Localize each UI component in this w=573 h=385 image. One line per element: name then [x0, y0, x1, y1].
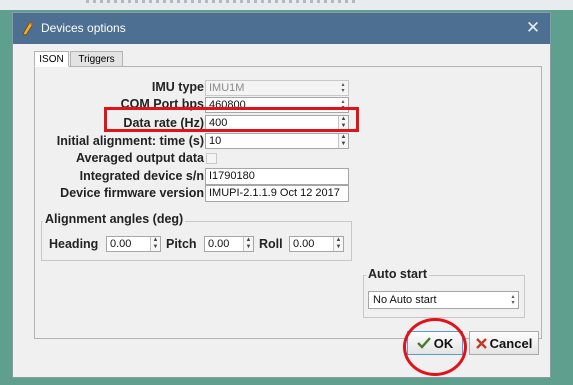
imu-type-select: IMU1M ▴ ▾	[205, 80, 349, 96]
serial-label: Integrated device s/n	[79, 169, 204, 183]
firmware-field[interactable]: IMUPI-2.1.1.9 Oct 12 2017	[205, 185, 349, 202]
heading-value: 0.00	[110, 238, 132, 250]
initial-alignment-value: 10	[209, 135, 222, 147]
roll-spinbox[interactable]: 0.00 ▲ ▼	[289, 236, 344, 252]
heading-label: Heading	[49, 237, 99, 251]
imu-type-label: IMU type	[151, 80, 204, 94]
spin-arrows-icon[interactable]: ▲ ▼	[338, 134, 348, 148]
top-strip-dots	[86, 0, 356, 3]
pitch-label: Pitch	[166, 237, 197, 251]
averaged-output-label: Averaged output data	[75, 151, 204, 165]
auto-start-select[interactable]: No Auto start ▴ ▾	[368, 291, 519, 309]
imu-type-value: IMU1M	[209, 82, 245, 94]
updown-arrows-icon: ▴ ▾	[341, 82, 345, 94]
roll-label: Roll	[259, 237, 283, 251]
auto-start-value: No Auto start	[373, 294, 437, 306]
pencil-icon	[22, 21, 34, 36]
firmware-label: Device firmware version	[60, 186, 204, 200]
pitch-spinbox[interactable]: 0.00 ▲ ▼	[204, 236, 254, 252]
annotation-highlight-circle	[403, 318, 467, 376]
annotation-highlight-box	[104, 107, 359, 132]
spin-arrows-icon[interactable]: ▲ ▼	[243, 237, 253, 251]
averaged-output-checkbox[interactable]	[206, 153, 217, 164]
title-bar[interactable]: Devices options ✕	[13, 13, 550, 44]
roll-value: 0.00	[293, 238, 315, 250]
close-icon[interactable]: ✕	[522, 17, 544, 39]
cancel-button[interactable]: Cancel	[469, 331, 539, 355]
serial-field[interactable]: I1790180	[205, 168, 349, 185]
alignment-angles-title: Alignment angles (deg)	[43, 212, 186, 226]
spin-arrows-icon[interactable]: ▲ ▼	[150, 237, 160, 251]
tab-ison[interactable]: ISON	[34, 51, 69, 67]
heading-spinbox[interactable]: 0.00 ▲ ▼	[106, 236, 161, 252]
serial-value: I1790180	[209, 170, 255, 182]
window-title: Devices options	[41, 21, 126, 35]
devices-options-dialog: Devices options ✕ ISON Triggers IMU type…	[12, 12, 551, 378]
top-strip	[0, 0, 573, 10]
x-icon	[475, 337, 487, 349]
initial-alignment-label: Initial alignment: time (s)	[56, 134, 204, 148]
firmware-value: IMUPI-2.1.1.9 Oct 12 2017	[209, 187, 340, 199]
cancel-label: Cancel	[489, 335, 533, 351]
initial-alignment-spinbox[interactable]: 10 ▲ ▼	[205, 133, 349, 149]
spin-arrows-icon[interactable]: ▲ ▼	[333, 237, 343, 251]
updown-arrows-icon: ▴ ▾	[511, 294, 515, 306]
auto-start-title: Auto start	[366, 267, 430, 281]
tab-triggers[interactable]: Triggers	[70, 51, 123, 67]
pitch-value: 0.00	[208, 238, 230, 250]
